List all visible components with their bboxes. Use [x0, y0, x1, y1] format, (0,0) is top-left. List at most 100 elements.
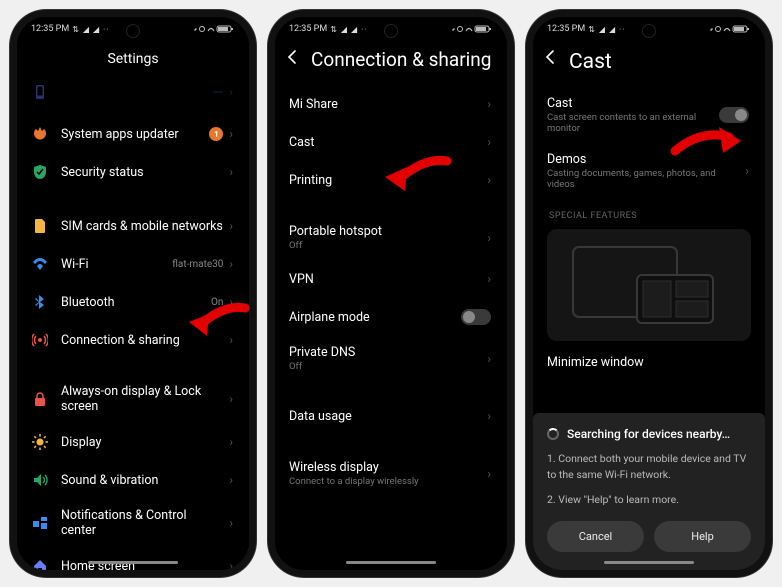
settings-row-wi-fi[interactable]: Wi-Fiflat-mate30›	[17, 245, 249, 283]
chevron-right-icon: ›	[229, 435, 233, 449]
chevron-right-icon: ›	[229, 333, 233, 347]
row-cast[interactable]: Cast ›	[275, 123, 507, 161]
modal-title-text: Searching for devices nearby…	[567, 427, 730, 441]
row-label: Bluetooth	[61, 295, 205, 310]
modal-line1: 1. Connect both your mobile device and T…	[547, 451, 751, 481]
settings-row-always-on-display-lock-screen[interactable]: Always-on display & Lock screen›	[17, 375, 249, 423]
row-private-dns[interactable]: Private DNSOff›	[275, 336, 507, 381]
demos-row[interactable]: Demos Casting documents, games, photos, …	[533, 143, 765, 199]
page-title-text: Connection & sharing	[311, 48, 491, 71]
chevron-right-icon: ›	[487, 272, 491, 286]
chevron-right-icon: ›	[745, 164, 749, 178]
settings-row-display[interactable]: Display›	[17, 423, 249, 461]
minimize-window-row[interactable]: Minimize window	[533, 347, 765, 385]
row-label: Wi-Fi	[61, 257, 166, 272]
row-label: System apps updater	[61, 127, 209, 142]
spinner-icon	[547, 428, 559, 440]
demos-label: Demos	[547, 152, 739, 167]
phone-cast: 12:35 PM ⇅ ◢ ◢ ·· Cast	[526, 10, 772, 577]
row-printing[interactable]: Printing›	[275, 161, 507, 199]
settings-row-sound-vibration[interactable]: Sound & vibration ›	[17, 461, 249, 499]
status-right-icons	[451, 24, 493, 34]
nav-handle[interactable]	[604, 561, 694, 564]
row-data-usage[interactable]: Data usage ›	[275, 397, 507, 435]
bluetooth-icon	[31, 293, 49, 311]
status-right-icons	[193, 24, 235, 34]
cast-toggle-row[interactable]: Cast Cast screen contents to an external…	[533, 87, 765, 143]
row-label: Connection & sharing	[61, 333, 223, 348]
cast-label: Cast	[547, 96, 719, 111]
row-sub: Off	[289, 240, 481, 251]
chevron-right-icon: ›	[229, 516, 233, 530]
wifi-icon	[31, 255, 49, 273]
notifications-icon	[31, 514, 49, 532]
special-features-header: SPECIAL FEATURES	[533, 199, 765, 225]
chevron-right-icon: ›	[487, 173, 491, 187]
toggle[interactable]	[461, 309, 491, 325]
nav-handle[interactable]	[88, 561, 178, 564]
settings-row-sim-cards-mobile-networks[interactable]: SIM cards & mobile networks›	[17, 207, 249, 245]
back-button[interactable]	[543, 49, 559, 69]
page-title-text: Cast	[569, 50, 612, 74]
home-icon	[31, 557, 49, 570]
row-label: Security status	[61, 165, 223, 180]
row-mi-share[interactable]: Mi Share›	[275, 85, 507, 123]
update-icon	[31, 125, 49, 143]
row-vpn[interactable]: VPN›	[275, 260, 507, 298]
chevron-right-icon: ›	[229, 473, 233, 487]
chevron-right-icon: ›	[229, 165, 233, 179]
settings-row-connection-sharing[interactable]: Connection & sharing ›	[17, 321, 249, 359]
row-label: Data usage	[289, 409, 481, 424]
settings-row-notifications-control-center[interactable]: Notifications & Control center›	[17, 499, 249, 547]
status-signal-left: ⇅ ◢ ◢ ··	[588, 25, 625, 34]
settings-row-bluetooth[interactable]: Bluetooth On ›	[17, 283, 249, 321]
feature-illustration	[547, 229, 751, 341]
badge: 1	[209, 127, 223, 141]
phone-icon	[31, 83, 49, 101]
chevron-right-icon: ›	[487, 231, 491, 245]
page-header: Cast	[533, 41, 765, 77]
page-title-text: Settings	[107, 51, 158, 67]
connection-icon	[31, 331, 49, 349]
cast-sub: Cast screen contents to an external moni…	[547, 112, 719, 134]
row-label: Cast	[289, 135, 481, 150]
cast-toggle[interactable]	[719, 107, 749, 123]
chevron-right-icon: ›	[229, 127, 233, 141]
row-label: Portable hotspot	[289, 224, 481, 239]
trail-text: flat-mate30	[172, 259, 223, 270]
page-header: Connection & sharing	[275, 41, 507, 77]
status-time: 12:35 PM	[547, 24, 585, 34]
row-label: Sound & vibration	[61, 473, 223, 488]
chevron-right-icon: ›	[229, 295, 233, 309]
camera-notch	[126, 24, 140, 38]
settings-row-security-status[interactable]: Security status ›	[17, 153, 249, 191]
page-title: Settings	[17, 41, 249, 77]
row-wireless-display[interactable]: Wireless displayConnect to a display wir…	[275, 451, 507, 496]
chevron-right-icon: ›	[487, 352, 491, 366]
help-button[interactable]: Help	[654, 521, 751, 552]
cancel-button[interactable]: Cancel	[547, 521, 644, 552]
settings-row-home-screen[interactable]: Home screen›	[17, 547, 249, 570]
back-button[interactable]	[285, 49, 301, 69]
row-label: Wireless display	[289, 460, 481, 475]
modal-line2: 2. View "Help" to learn more.	[547, 492, 751, 507]
row-label: Always-on display & Lock screen	[61, 384, 223, 414]
settings-row-about-phone[interactable]: ›	[17, 77, 249, 115]
row-portable-hotspot[interactable]: Portable hotspotOff ›	[275, 215, 507, 260]
settings-row-system-apps-updater[interactable]: System apps updater1 ›	[17, 115, 249, 153]
status-right-icons	[709, 24, 751, 34]
trail-text: On	[211, 297, 223, 308]
row-label: Airplane mode	[289, 310, 461, 325]
sound-icon	[31, 471, 49, 489]
row-airplane-mode[interactable]: Airplane mode	[275, 298, 507, 336]
status-signal-left: ⇅ ◢ ◢ ··	[72, 25, 109, 34]
chevron-right-icon: ›	[487, 135, 491, 149]
nav-handle[interactable]	[346, 561, 436, 564]
chevron-right-icon: ›	[229, 559, 233, 570]
phone-connection-sharing: 12:35 PM ⇅ ◢ ◢ ·· Connection & sharing	[268, 10, 514, 577]
chevron-right-icon: ›	[487, 409, 491, 423]
chevron-right-icon: ›	[487, 97, 491, 111]
display-icon	[31, 433, 49, 451]
demos-sub: Casting documents, games, photos, and vi…	[547, 168, 739, 190]
phone-settings: 12:35 PM ⇅ ◢ ◢ ·· Settings ›System apps …	[10, 10, 256, 577]
